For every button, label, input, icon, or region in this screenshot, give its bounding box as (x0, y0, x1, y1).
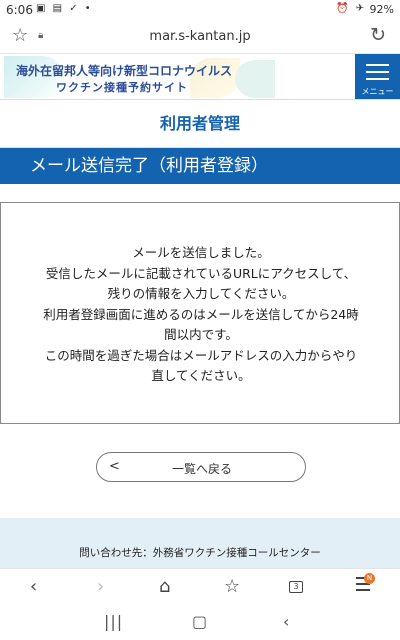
tabs-icon[interactable]: 3 (289, 581, 303, 593)
browser-nav-bar: ‹ › ⌂ ☆ 3 N (0, 568, 400, 604)
footer: 問い合わせ先：外務省ワクチン接種コールセンター (0, 518, 400, 568)
back-button-label: 一覧へ戻る (171, 462, 232, 476)
new-badge: N (364, 573, 375, 584)
message-line: 受信したメールに記載されているURLにアクセスして、 (45, 265, 357, 281)
system-icons: ⏰ ✈ (335, 3, 366, 14)
reload-icon[interactable]: ↻ (370, 24, 386, 46)
menu-button[interactable]: メニュー (355, 54, 400, 99)
message-line: 利用者登録画面に進めるのはメールを送信してから24時 (43, 306, 359, 322)
system-back-icon[interactable]: ‹ (283, 612, 289, 631)
message-text: メールを送信しました。 受信したメールに記載されているURLにアクセスして、 残… (1, 243, 400, 387)
message-line: メールを送信しました。 (132, 245, 270, 260)
site-header: 海外在留邦人等向け新型コロナウイルス ワクチン接種予約サイト メニュー (0, 54, 400, 100)
status-time: 6:06 (6, 3, 33, 17)
contact-info: 問い合わせ先：外務省ワクチン接種コールセンター (79, 547, 321, 559)
url-field[interactable]: mar.s-kantan.jp (0, 29, 400, 44)
back-icon[interactable]: ‹ (30, 576, 37, 597)
status-bar: 6:06 ▣ ▤ ✓ • ⏰ ✈ 92% (0, 0, 400, 20)
system-nav-bar: ||| ▢ ‹ (0, 604, 400, 640)
home-button-icon[interactable]: ▢ (192, 612, 207, 631)
message-box: メールを送信しました。 受信したメールに記載されているURLにアクセスして、 残… (0, 202, 400, 424)
message-line: 残りの情報を入力してください。 (107, 286, 295, 301)
home-icon[interactable]: ⌂ (159, 576, 170, 597)
page-title: 利用者管理 (0, 100, 400, 148)
battery-level: 92% (369, 3, 394, 16)
bookmarks-icon[interactable]: ☆ (224, 576, 240, 597)
header-decoration (235, 60, 275, 98)
notification-icons: ▣ ▤ ✓ • (36, 3, 93, 14)
hamburger-icon (366, 64, 389, 85)
menu-label: メニュー (361, 87, 394, 96)
recent-apps-icon[interactable]: ||| (104, 612, 123, 631)
back-to-list-button[interactable]: < 一覧へ戻る (96, 452, 306, 482)
site-subtitle[interactable]: ワクチン接種予約サイト (56, 79, 188, 95)
message-line: この時間を過ぎた場合はメールアドレスの入力からやり (44, 347, 358, 363)
browser-address-bar: ☆ 🔒︎ mar.s-kantan.jp ↻ (0, 20, 400, 54)
site-title[interactable]: 海外在留邦人等向け新型コロナウイルス (16, 62, 232, 79)
message-line: 直してください。 (151, 368, 251, 383)
message-line: 間以内です。 (164, 327, 238, 342)
forward-icon[interactable]: › (97, 576, 104, 597)
page-banner: メール送信完了（利用者登録） (0, 148, 400, 184)
